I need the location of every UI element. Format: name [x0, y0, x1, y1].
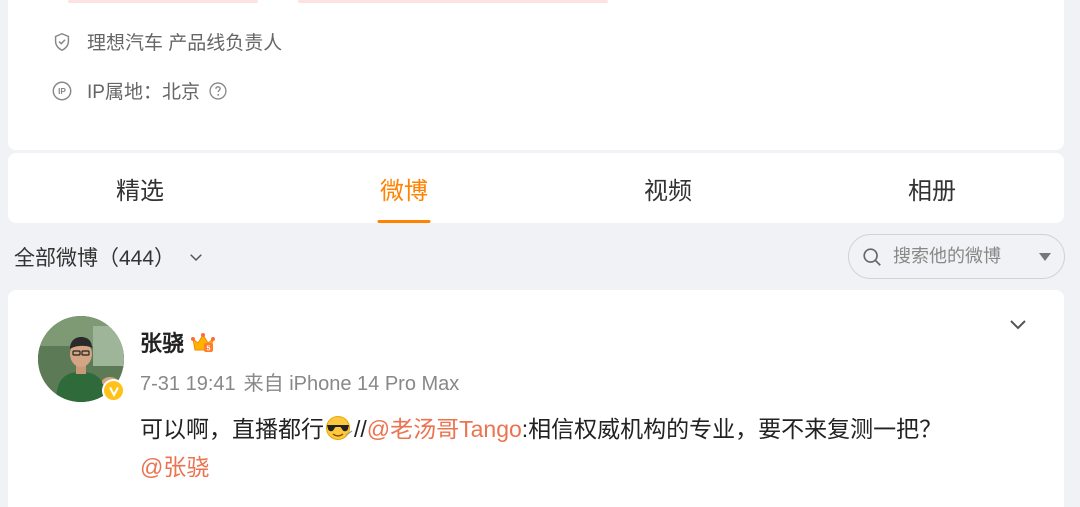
search-icon	[861, 246, 883, 268]
weibo-profile-page: 理想汽车 产品线负责人 IP IP属地：北京 精选 微博 视频 相册 全部微博（…	[0, 0, 1080, 507]
mention-link[interactable]: @老汤哥Tango	[367, 416, 522, 442]
shield-check-icon	[51, 31, 73, 53]
profile-tabs: 精选 微博 视频 相册	[8, 153, 1064, 223]
author-name-text: 张骁	[140, 331, 185, 356]
search-input[interactable]	[893, 246, 1013, 267]
vip-crown-icon[interactable]: 5	[190, 330, 216, 354]
author-name[interactable]: 张骁 5	[140, 326, 216, 358]
search-box[interactable]	[848, 234, 1065, 279]
sunglasses-emoji-icon	[324, 414, 354, 440]
ip-row: IP IP属地：北京	[51, 77, 228, 104]
separator-text: //	[354, 416, 367, 442]
company-text: 理想汽车 产品线负责人	[87, 33, 283, 54]
post-text-part2: :相信权威机构的专业，要不来复测一把？	[521, 416, 943, 442]
ip-location-text: IP属地：北京	[87, 82, 200, 103]
tab-featured[interactable]: 精选	[8, 153, 272, 223]
post-source: 来自 iPhone 14 Pro Max	[243, 373, 460, 395]
post-date[interactable]: 7-31 19:41	[140, 373, 236, 395]
post-text: 可以啊，直播都行 //@老汤哥Tango:相信权威机构的专业，要不来复测一把？ …	[140, 410, 1040, 486]
weibo-post: 张骁 5 7-31 19:41 来自 iPhone 14 Pro Max 可以啊…	[8, 290, 1064, 507]
post-text-part1: 可以啊，直播都行	[140, 416, 324, 442]
all-weibo-filter[interactable]: 全部微博（444）	[14, 242, 205, 272]
svg-text:5: 5	[207, 346, 211, 353]
tab-weibo[interactable]: 微博	[272, 153, 536, 223]
decorative-bar	[68, 0, 258, 3]
svg-text:IP: IP	[58, 87, 66, 96]
tab-videos[interactable]: 视频	[536, 153, 800, 223]
chevron-down-icon[interactable]	[1006, 312, 1030, 336]
tab-albums[interactable]: 相册	[800, 153, 1064, 223]
company-row: 理想汽车 产品线负责人	[51, 28, 282, 55]
mention-link[interactable]: @张骁	[140, 454, 209, 480]
caret-down-icon[interactable]	[1038, 252, 1052, 262]
question-icon[interactable]	[208, 81, 228, 101]
ip-icon: IP	[51, 80, 73, 102]
post-meta: 7-31 19:41 来自 iPhone 14 Pro Max	[140, 367, 467, 396]
verified-badge-icon	[102, 379, 125, 402]
chevron-down-icon	[187, 248, 205, 266]
filter-label: 全部微博（444）	[14, 247, 176, 270]
decorative-bar	[298, 0, 608, 3]
profile-info-card: 理想汽车 产品线负责人 IP IP属地：北京	[8, 0, 1064, 150]
